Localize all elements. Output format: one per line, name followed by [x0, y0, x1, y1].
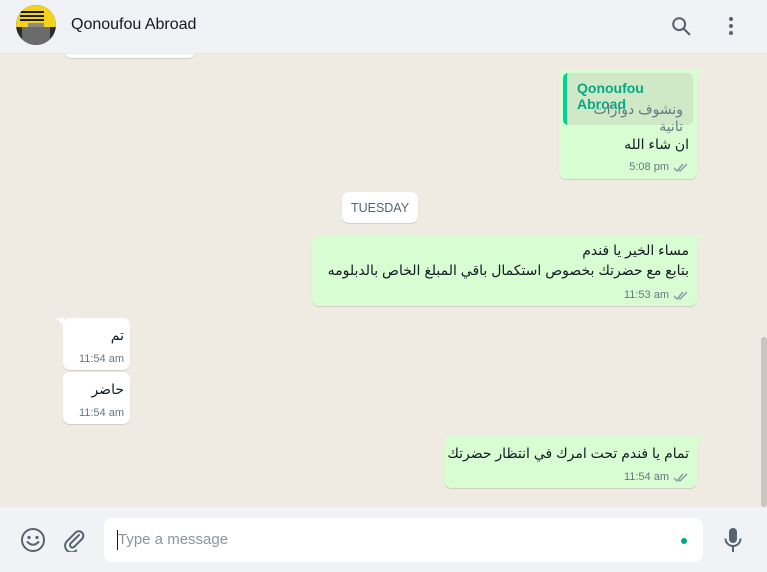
- kebab-menu-icon[interactable]: [717, 12, 745, 40]
- paperclip-icon[interactable]: [59, 525, 89, 555]
- contact-avatar[interactable]: [16, 5, 56, 45]
- status-dot: [681, 538, 687, 544]
- message-bubble-outgoing[interactable]: مساء الخير يا فندم بتابع مع حضرتك بخصوص …: [312, 235, 704, 306]
- message-text: حاضر: [91, 381, 124, 397]
- message-time: 5:08 pm: [629, 161, 669, 173]
- message-bubble-incoming[interactable]: حاضر 11:54 am: [63, 372, 130, 424]
- message-time: 11:54 am: [78, 407, 124, 419]
- message-meta: 11:53 am: [624, 289, 689, 301]
- search-icon[interactable]: [667, 12, 695, 40]
- message-time: 11:54 am: [78, 353, 124, 365]
- double-check-icon: [673, 291, 688, 300]
- message-text: تمام يا فندم تحت امرك في انتظار حضرتك: [447, 445, 689, 461]
- message-input[interactable]: Type a message: [104, 518, 703, 562]
- message-text-line: مساء الخير يا فندم: [582, 242, 689, 258]
- double-check-icon: [673, 473, 688, 482]
- message-bubble-incoming[interactable]: تم 11:54 am: [56, 318, 130, 370]
- double-check-icon: [673, 163, 688, 172]
- message-bubble-outgoing[interactable]: Qonoufou Abroad ونشوف دوارات تانية ان شا…: [559, 69, 704, 179]
- message-meta: 11:54 am: [624, 471, 689, 483]
- message-time: 11:53 am: [623, 289, 669, 301]
- message-bubble-outgoing[interactable]: تمام يا فندم تحت امرك في انتظار حضرتك 11…: [444, 436, 704, 488]
- message-meta: 5:08 pm: [629, 161, 689, 173]
- message-text: ان شاء الله: [624, 136, 689, 152]
- quoted-message[interactable]: Qonoufou Abroad ونشوف دوارات تانية: [563, 73, 693, 134]
- composer-bar: Type a message: [0, 507, 767, 572]
- partial-message-bubble: [64, 54, 195, 58]
- chat-scrollbar[interactable]: [761, 337, 767, 507]
- chat-header: Qonoufou Abroad: [0, 0, 767, 54]
- microphone-icon[interactable]: [718, 525, 748, 555]
- contact-name[interactable]: Qonoufou Abroad: [71, 16, 196, 34]
- message-text: تم: [110, 327, 124, 343]
- message-list[interactable]: Qonoufou Abroad ونشوف دوارات تانية ان شا…: [0, 54, 767, 507]
- quoted-text: ونشوف دوارات تانية: [593, 101, 684, 134]
- day-separator: TUESDAY: [342, 192, 418, 223]
- emoji-icon[interactable]: [18, 525, 48, 555]
- message-text-line: بتابع مع حضرتك بخصوص استكمال باقي المبلغ…: [327, 262, 689, 278]
- message-input-placeholder: Type a message: [118, 531, 229, 548]
- message-time: 11:54 am: [623, 471, 669, 483]
